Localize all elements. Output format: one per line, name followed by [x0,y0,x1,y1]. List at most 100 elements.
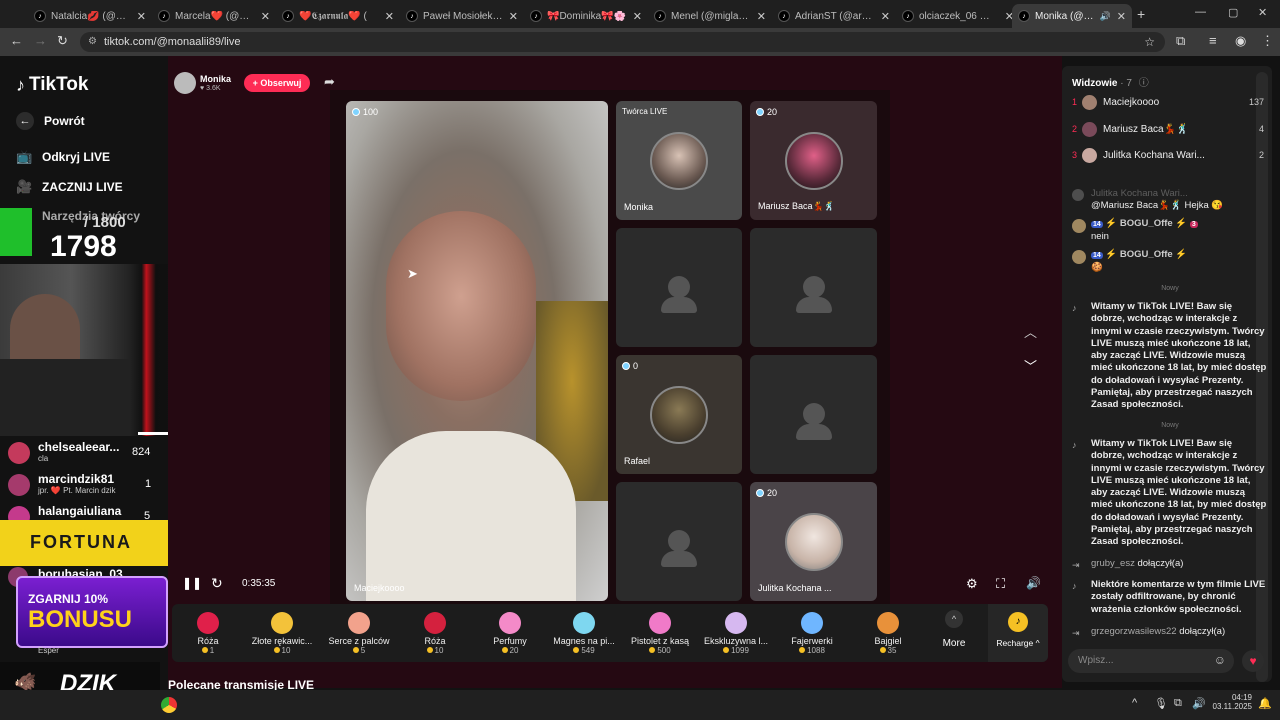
back-button[interactable]: ← Powrót [16,112,85,130]
overlay-user-sub: jpr. ❤️ Pt. Marcin dzik [38,486,116,495]
clock[interactable]: 04:19 03.11.2025 [1212,693,1252,711]
follow-button[interactable]: + Obserwuj [244,74,310,92]
empty-seat-tile[interactable] [616,482,742,601]
gift-item[interactable]: Pistolet z kasą 500 [628,608,692,655]
empty-seat-tile[interactable] [750,355,877,474]
gift-item[interactable]: Ekskluzywna l... 1099 [704,608,768,655]
rose-icon [197,612,219,634]
address-bar[interactable]: ⚙ tiktok.com/@monaalii89/live ☆ [80,32,1165,52]
browser-tab[interactable]: ♪ ❤️𝕮𝖟𝖆𝖗𝖓𝖚𝖑𝖆❤️ (✕ [276,4,400,28]
level-badge: 14 [1091,221,1103,228]
stream-time: 0:35:35 [242,578,276,589]
host-avatar[interactable] [174,72,196,94]
fullscreen-icon[interactable]: ⛶ [996,576,1005,592]
sidebar-item-discover-live[interactable]: 📺 Odkryj LIVE [16,149,110,165]
viewer-rank: 2 [1072,124,1078,134]
speaker-icon[interactable]: 🔊 [1100,11,1111,22]
gift-item[interactable]: Róża 10 [403,608,467,655]
bookmark-star-icon[interactable]: ☆ [1144,32,1155,52]
close-icon[interactable]: ✕ [385,10,394,23]
chat-message[interactable]: Julitka Kochana Wari... [1072,188,1268,201]
tab-title: Marcela❤️ (@marcel [175,10,255,22]
viewer-row[interactable]: 2 Mariusz Baca💃🕺 4 [1072,120,1268,138]
extensions-icon[interactable]: ⧉ [1176,33,1185,49]
gift-item[interactable]: Serce z palców 5 [327,608,391,655]
browser-tab[interactable]: ♪ 🎀Dominika🎀🌸 ✕ [524,4,648,28]
chevron-up-icon[interactable]: ︿ [1024,322,1037,341]
guest-tile-host[interactable]: Twórca LIVE Monika [616,101,742,220]
viewer-row[interactable]: 1 Maciejkoooo 137 [1072,93,1268,111]
refresh-icon[interactable]: ↻ [211,575,223,592]
main-video-tile[interactable]: 100 Maciejkoooo [346,101,608,601]
chat-username: BOGU_Offe [1119,218,1173,229]
chat-input[interactable]: Wpisz... ☺ [1068,649,1234,673]
menu-dots-icon[interactable]: ⋮ [1261,33,1274,49]
viewer-name: Maciejkoooo [1103,96,1160,108]
speaker-icon[interactable]: 🔊 [1192,697,1206,710]
emoji-icon[interactable]: ☺ [1214,653,1226,667]
money-gun-icon [649,612,671,634]
notifications-icon[interactable]: 🔔 [1258,697,1272,710]
volume-icon[interactable]: 🔊 [1026,576,1041,590]
guest-tile[interactable]: 20 Mariusz Baca💃🕺 [750,101,877,220]
join-icon: ⇥ [1072,628,1080,638]
mic-icon[interactable]: 🎙 [1154,697,1168,710]
gift-item[interactable]: Złote rękawic... 10 [250,608,314,655]
browser-tab[interactable]: ♪ Paweł Mosiołek (@p ✕ [400,4,524,28]
reload-icon[interactable]: ↻ [57,33,68,49]
recharge-button[interactable]: ♪ Recharge ^ [988,604,1048,662]
close-icon[interactable]: ✕ [757,10,766,23]
profile-icon[interactable]: ◉ [1235,33,1246,49]
gift-item[interactable]: Magnes na pi... 549 [552,608,616,655]
maximize-icon[interactable]: ▢ [1228,6,1238,19]
browser-tab[interactable]: ♪ Marcela❤️ (@marcel ✕ [152,4,276,28]
close-icon[interactable]: ✕ [137,10,146,23]
like-heart-icon[interactable]: ♥ [1242,650,1264,672]
guest-tile[interactable]: 20 Julitka Kochana ... [750,482,877,601]
site-info-icon[interactable]: ⚙ [88,32,97,52]
host-likes: ♥ 3.6K [200,85,221,92]
chat-message[interactable]: 14 ⚡ BOGU_Offe ⚡ 🍪 [1072,249,1268,275]
browser-tab-active[interactable]: ♪ Monika (@mona 🔊 ✕ [1012,4,1132,28]
tray-chevron-icon[interactable]: ^ [1132,697,1137,709]
forward-arrow-icon[interactable]: → [34,33,47,48]
chevron-down-icon[interactable]: ﹀ [1024,356,1037,375]
network-icon[interactable]: ⧉ [1174,697,1182,710]
viewer-row[interactable]: 3 Julitka Kochana Wari... 2 [1072,146,1268,164]
tiktok-icon: ♪ [1072,303,1077,313]
sidebar-item-start-live[interactable]: 🎥 ZACZNIJ LIVE [16,179,123,195]
more-gifts-button[interactable]: ^ More [924,610,984,649]
empty-seat-tile[interactable] [750,228,877,347]
chrome-icon[interactable] [161,697,177,713]
browser-tab[interactable]: ♪ Menel (@miglasmig ✕ [648,4,772,28]
media-icon[interactable]: ≡ [1209,33,1217,48]
info-icon[interactable]: ⓘ [1139,78,1149,89]
minimize-icon[interactable]: — [1195,6,1206,18]
browser-tab[interactable]: ♪ AdrianST (@ardianst ✕ [772,4,896,28]
close-icon[interactable]: ✕ [261,10,270,23]
close-icon[interactable]: ✕ [881,10,890,23]
browser-tab[interactable]: ♪ Natalcia💋 (@natka ✕ [28,4,152,28]
chat-message[interactable]: 14 ⚡ BOGU_Offe ⚡ 3 nein [1072,218,1268,244]
overlay-user-sub: Esper [38,646,59,655]
close-icon[interactable]: ✕ [1117,10,1126,23]
tiktok-logo[interactable]: ♪ TikTok [16,74,88,96]
gift-item[interactable]: Róża 1 [176,608,240,655]
empty-seat-tile[interactable] [616,228,742,347]
settings-icon[interactable]: ⚙ [966,576,978,592]
guest-tile[interactable]: 0 Rafael [616,355,742,474]
gift-item[interactable]: Perfumy 20 [478,608,542,655]
chat-username: Julitka Kochana Wari... [1091,188,1188,199]
back-arrow-icon[interactable]: ← [10,33,23,48]
gift-item[interactable]: Bajgiel 35 [856,608,920,655]
close-icon[interactable]: ✕ [509,10,518,23]
viewers-header[interactable]: Widzowie · 7 ⓘ [1072,74,1149,89]
pause-icon[interactable]: ❚❚ [182,576,202,590]
share-icon[interactable]: ➦ [324,74,335,90]
window-close-icon[interactable]: ✕ [1258,6,1267,19]
host-name[interactable]: Monika [200,74,231,84]
browser-tab[interactable]: ♪ olciaczek_06 ❤️🦋 ✕ [896,4,1020,28]
gift-item[interactable]: Fajerwerki 1088 [780,608,844,655]
close-icon[interactable]: ✕ [633,10,642,23]
new-tab-button[interactable]: + [1137,6,1145,22]
